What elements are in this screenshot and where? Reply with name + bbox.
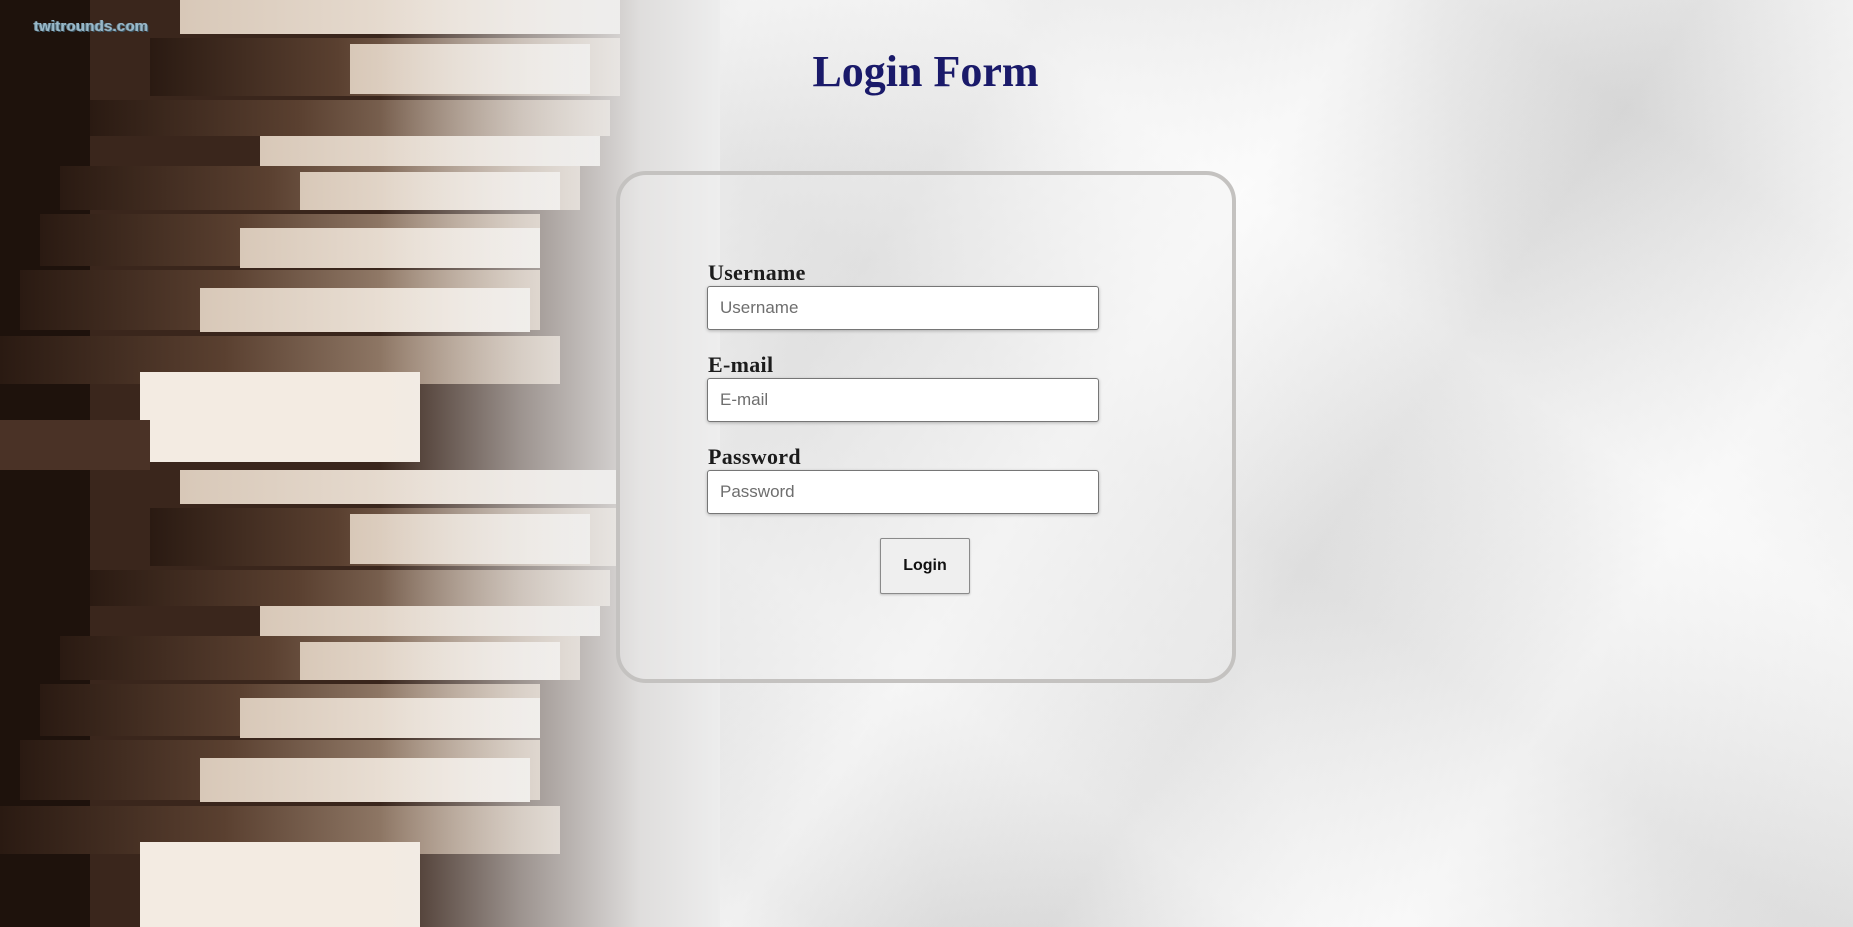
- page-title: Login Form: [812, 47, 1039, 96]
- password-input[interactable]: [707, 470, 1099, 514]
- password-label: Password: [708, 444, 801, 469]
- site-watermark: twitrounds.com: [34, 18, 149, 35]
- books-background-image: [0, 0, 720, 927]
- login-button[interactable]: Login: [880, 538, 970, 594]
- email-input[interactable]: [707, 378, 1099, 422]
- username-input[interactable]: [707, 286, 1099, 330]
- login-form-panel: [616, 171, 1236, 683]
- username-label: Username: [708, 260, 806, 285]
- email-label: E-mail: [708, 352, 774, 377]
